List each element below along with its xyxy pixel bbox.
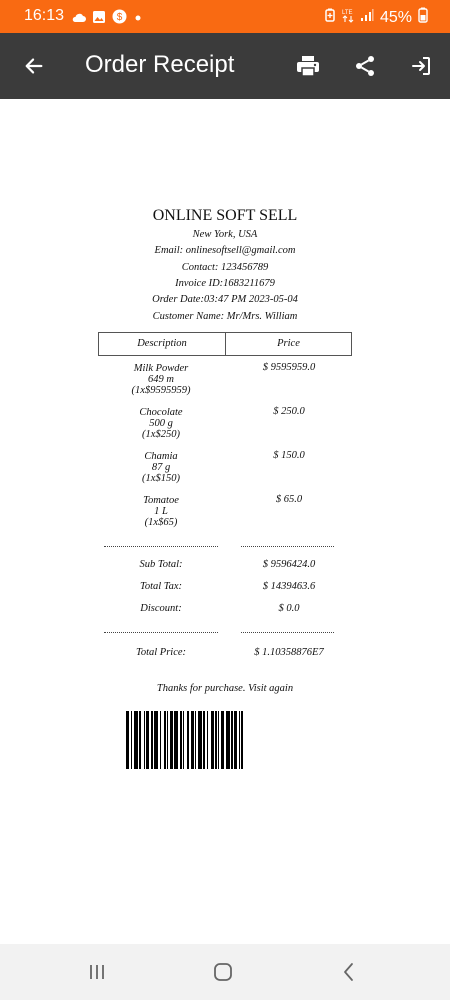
table-header: Description Price (98, 332, 352, 356)
back-button[interactable] (18, 50, 50, 82)
item-qty: 87 g (151, 462, 171, 473)
battery-icon (418, 7, 428, 28)
status-icons-right: LTE 45% (324, 7, 428, 28)
exit-button[interactable] (405, 50, 437, 82)
barcode (126, 711, 243, 769)
share-icon (356, 56, 374, 76)
divider (241, 632, 334, 633)
nav-bar (0, 944, 450, 1000)
item-qty: 500 g (149, 418, 173, 429)
arrow-left-icon (25, 58, 43, 74)
shop-email: Email: onlinesoftsell@gmail.com (154, 245, 296, 256)
battery-saver-icon (324, 8, 336, 27)
invoice-id: Invoice ID:1683211679 (175, 278, 275, 289)
discount-label: Discount: (140, 603, 182, 614)
home-icon (214, 963, 232, 981)
thanks-message: Thanks for purchase. Visit again (156, 683, 294, 694)
item-price: $ 65.0 (275, 494, 303, 505)
tax-value: $ 1439463.6 (262, 581, 316, 592)
s-app-icon: $ (112, 9, 127, 29)
svg-text:$: $ (117, 12, 123, 23)
item-price: $ 150.0 (273, 450, 305, 461)
app-bar: Order Receipt (0, 33, 450, 99)
item-calc: (1x$150) (142, 473, 180, 484)
data-icon: LTE (342, 7, 354, 28)
status-bar: 16:13 $ LTE 45% (0, 0, 450, 33)
divider (104, 546, 218, 547)
battery-percent: 45% (379, 8, 412, 26)
cloud-icon (72, 10, 86, 28)
item-calc: (1x$9595959) (131, 385, 191, 396)
print-icon (297, 56, 319, 77)
order-date: Order Date:03:47 PM 2023-05-04 (152, 294, 298, 305)
header-description: Description (99, 333, 226, 355)
nav-back-button[interactable] (334, 958, 364, 986)
item-description: Chamia 87 g (1x$150) (98, 451, 224, 484)
page-title: Order Receipt (85, 51, 235, 78)
divider (241, 546, 334, 547)
item-calc: (1x$250) (142, 429, 180, 440)
item-name: Chamia (144, 451, 178, 462)
item-qty: 649 m (148, 374, 174, 385)
total-value: $ 1.10358876E7 (254, 647, 324, 658)
svg-text:LTE: LTE (342, 10, 353, 16)
home-button[interactable] (208, 958, 238, 986)
subtotal-value: $ 9596424.0 (262, 559, 316, 570)
shop-location: New York, USA (192, 229, 258, 240)
receipt: ONLINE SOFT SELL New York, USA Email: on… (0, 99, 450, 944)
item-price: $ 9595959.0 (262, 362, 316, 373)
status-time: 16:13 (24, 7, 65, 24)
item-description: Milk Powder 649 m (1x$9595959) (98, 363, 224, 396)
print-button[interactable] (292, 50, 324, 82)
item-price: $ 250.0 (273, 406, 305, 417)
recents-button[interactable] (82, 958, 112, 986)
item-name: Milk Powder (133, 363, 189, 374)
signal-icon (360, 8, 374, 27)
image-icon (92, 10, 106, 29)
tax-label: Total Tax: (139, 581, 183, 592)
dot-icon (133, 10, 143, 28)
exit-icon (412, 57, 430, 75)
item-qty: 1 L (154, 506, 168, 517)
item-description: Chocolate 500 g (1x$250) (98, 407, 224, 440)
item-description: Tomatoe 1 L (1x$65) (98, 495, 224, 528)
subtotal-label: Sub Total: (139, 559, 183, 570)
total-label: Total Price: (135, 647, 187, 658)
status-icons-left: $ (72, 9, 143, 29)
share-button[interactable] (349, 50, 381, 82)
shop-name: ONLINE SOFT SELL (152, 207, 298, 224)
divider (104, 632, 218, 633)
header-price: Price (277, 338, 300, 349)
item-calc: (1x$65) (144, 517, 178, 528)
customer-name: Customer Name: Mr/Mrs. William (152, 311, 298, 322)
item-name: Tomatoe (143, 495, 179, 506)
discount-value: $ 0.0 (278, 603, 300, 614)
shop-contact: Contact: 123456789 (181, 262, 269, 273)
recents-icon (90, 965, 104, 979)
item-name: Chocolate (139, 407, 183, 418)
back-icon (344, 963, 353, 981)
